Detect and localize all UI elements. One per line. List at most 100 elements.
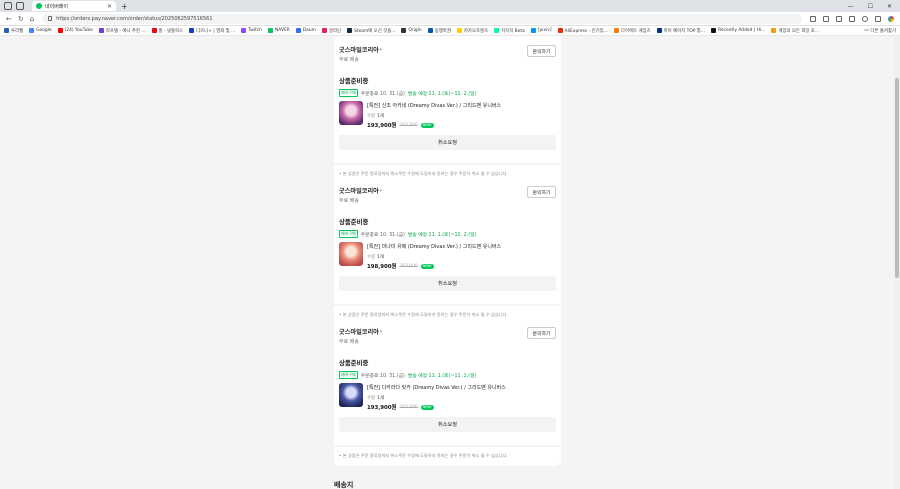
seller-name[interactable]: 굿스마일코리아 › (339, 45, 556, 55)
bookmark-label: NAVER (274, 28, 290, 33)
bookmark-item[interactable]: 동행복권 (427, 28, 451, 34)
url-input[interactable]: https://orders.pay.naver.com/order/statu… (42, 13, 803, 24)
cancel-request-button[interactable]: 취소요청 (339, 417, 556, 432)
inquiry-button[interactable]: 문의하기 (527, 327, 556, 339)
bookmark-item[interactable]: Steam에 오신 것을... (347, 28, 395, 34)
quantity: 1개 (377, 114, 384, 119)
bookmark-favicon-icon (151, 28, 157, 33)
bookmark-item[interactable]: 치지직 Beta (494, 28, 525, 34)
bookmark-item[interactable]: 디즈니+ | 영화 및 ... (189, 28, 235, 34)
bookmark-item[interactable]: 게임의 모든 희망 포... (771, 28, 819, 34)
bookmark-item[interactable]: Daum (295, 28, 316, 33)
lock-icon[interactable] (48, 16, 53, 21)
bookmark-label: [pixiv] (537, 28, 552, 33)
bookmark-item[interactable]: (24) YouTube (57, 28, 93, 33)
inquiry-button[interactable]: 문의하기 (527, 186, 556, 198)
bookmark-item[interactable]: Origin (401, 28, 422, 33)
shipping-fee: 무료 배송 (339, 57, 359, 63)
close-tab-icon[interactable]: × (107, 3, 112, 10)
bookmark-favicon-icon (710, 28, 716, 33)
bookmark-item[interactable]: Twitch (241, 28, 262, 33)
bookmark-favicon-icon (267, 28, 273, 33)
refresh-icon[interactable]: ↻ (18, 15, 24, 23)
collections-icon[interactable] (849, 15, 856, 22)
bookmark-item[interactable]: [pixiv] (530, 28, 552, 33)
seller-label: 굿스마일코리아 (339, 188, 379, 195)
product-option: 수량 1개 (367, 395, 506, 401)
bookmark-item[interactable]: 라프텔 - 애니 추천 ... (98, 28, 146, 34)
divider (334, 445, 561, 447)
bookmark-item[interactable]: 마이 페이지 TOP 통... (656, 28, 705, 34)
copilot-icon[interactable] (888, 15, 895, 22)
product-thumbnail[interactable] (339, 383, 363, 407)
original-price: 203,000 (399, 263, 418, 269)
favorite-star-icon[interactable] (810, 15, 817, 22)
bookmark-label: 카카오프렌즈 (463, 28, 489, 34)
cancel-request-button[interactable]: 취소요청 (339, 276, 556, 291)
favorites-icon[interactable] (836, 15, 843, 22)
option-label: 수량 (367, 255, 376, 260)
price: 193,900원 (367, 405, 397, 411)
original-price: 203,000 (399, 122, 418, 128)
product-name[interactable]: [특전] 미나미 유메 (Dreamy Divas Ver.) / 그리드맨 유… (367, 243, 501, 250)
product-option: 수량 1개 (367, 254, 501, 260)
product-name[interactable]: [특전] 다카라다 릿카 (Dreamy Divas Ver.) / 그리드맨 … (367, 384, 506, 391)
bookmark-item[interactable]: Recently Added | Hi... (710, 28, 765, 33)
bookmark-label: 디즈니+ | 영화 및 ... (196, 28, 236, 34)
inquiry-button[interactable]: 문의하기 (527, 45, 556, 57)
product-thumbnail[interactable] (339, 242, 363, 266)
bookmark-label: (24) YouTube (64, 28, 93, 33)
bookmark-item[interactable]: 다이렉트 게임즈 (613, 28, 651, 34)
chevron-right-icon: › (379, 46, 382, 53)
ship-estimate: 발송 예정 11. 1.(토)~11. 2.(일) (407, 232, 477, 238)
product-row[interactable]: [특전] 다카라다 릿카 (Dreamy Divas Ver.) / 그리드맨 … (339, 383, 556, 411)
bookmark-favicon-icon (557, 28, 563, 33)
bookmark-item[interactable]: 알라딘 (321, 28, 341, 34)
bookmarks-bar: 루리웹 Google (24) YouTube 라프텔 - 애니 추천 ... 홈 - … (0, 26, 900, 36)
cancel-notice: • 본 상품은 주문 종료일까지 취소주문 수정에 도달하지 못하는 경우 주문… (339, 171, 508, 176)
bookmark-item[interactable]: 홈 - 넷플릭스 (151, 28, 183, 34)
bookmark-label: Google (36, 28, 52, 33)
other-bookmarks-label: 다른 즐겨찾기 (870, 28, 896, 34)
product-name[interactable]: [특전] 신조 아카네 (Dreamy Divas Ver.) / 그리드맨 유… (367, 102, 501, 109)
preorder-badge: 예약구매 (339, 89, 358, 97)
seller-name[interactable]: 굿스마일코리아 › (339, 186, 556, 196)
bookmark-item[interactable]: AliExpress - 인기있... (557, 28, 608, 34)
profile-avatar-icon[interactable] (862, 15, 869, 22)
bookmark-item[interactable]: 루리웹 (4, 28, 23, 34)
product-row[interactable]: [특전] 미나미 유메 (Dreamy Divas Ver.) / 그리드맨 유… (339, 242, 556, 270)
back-icon[interactable]: ← (6, 15, 12, 23)
bookmark-label: 게임의 모든 희망 포... (778, 28, 820, 34)
scrollbar-thumb[interactable] (895, 78, 899, 278)
new-tab-icon[interactable]: + (121, 2, 128, 11)
order-status: 상품준비중 (339, 218, 369, 226)
cancel-request-button[interactable]: 취소요청 (339, 135, 556, 150)
bookmark-label: 다이렉트 게임즈 (620, 28, 651, 34)
maximize-icon[interactable]: ☐ (868, 3, 873, 10)
bookmark-favicon-icon (771, 28, 777, 33)
price: 193,900원 (367, 123, 397, 129)
workspaces-icon[interactable] (4, 2, 12, 10)
bookmark-item[interactable]: Google (29, 28, 52, 33)
tab-title: 네이버페이 (45, 3, 69, 10)
url-text: https://orders.pay.naver.com/order/statu… (56, 15, 213, 22)
bookmark-favicon-icon (57, 28, 63, 33)
bookmark-favicon-icon (494, 28, 500, 33)
option-label: 수량 (367, 396, 376, 401)
bookmark-favicon-icon (656, 28, 662, 33)
seller-label: 굿스마일코리아 (339, 47, 379, 54)
tab-actions-icon[interactable] (16, 2, 24, 10)
product-thumbnail[interactable] (339, 101, 363, 125)
minimize-icon[interactable]: — (848, 3, 854, 10)
close-window-icon[interactable]: ✕ (887, 3, 892, 10)
bookmark-item[interactable]: NAVER (267, 28, 290, 33)
home-icon[interactable]: ⌂ (30, 15, 34, 23)
bookmark-item[interactable]: 카카오프렌즈 (456, 28, 489, 34)
product-row[interactable]: [특전] 신조 아카네 (Dreamy Divas Ver.) / 그리드맨 유… (339, 101, 556, 129)
tab-naverpay[interactable]: 네이버페이 × (32, 1, 116, 11)
scrollbar[interactable] (894, 36, 900, 489)
more-icon[interactable] (875, 15, 882, 22)
split-screen-icon[interactable] (823, 15, 830, 22)
seller-name[interactable]: 굿스마일코리아 › (339, 327, 556, 337)
other-bookmarks[interactable]: ▭ 다른 즐겨찾기 (864, 28, 900, 34)
